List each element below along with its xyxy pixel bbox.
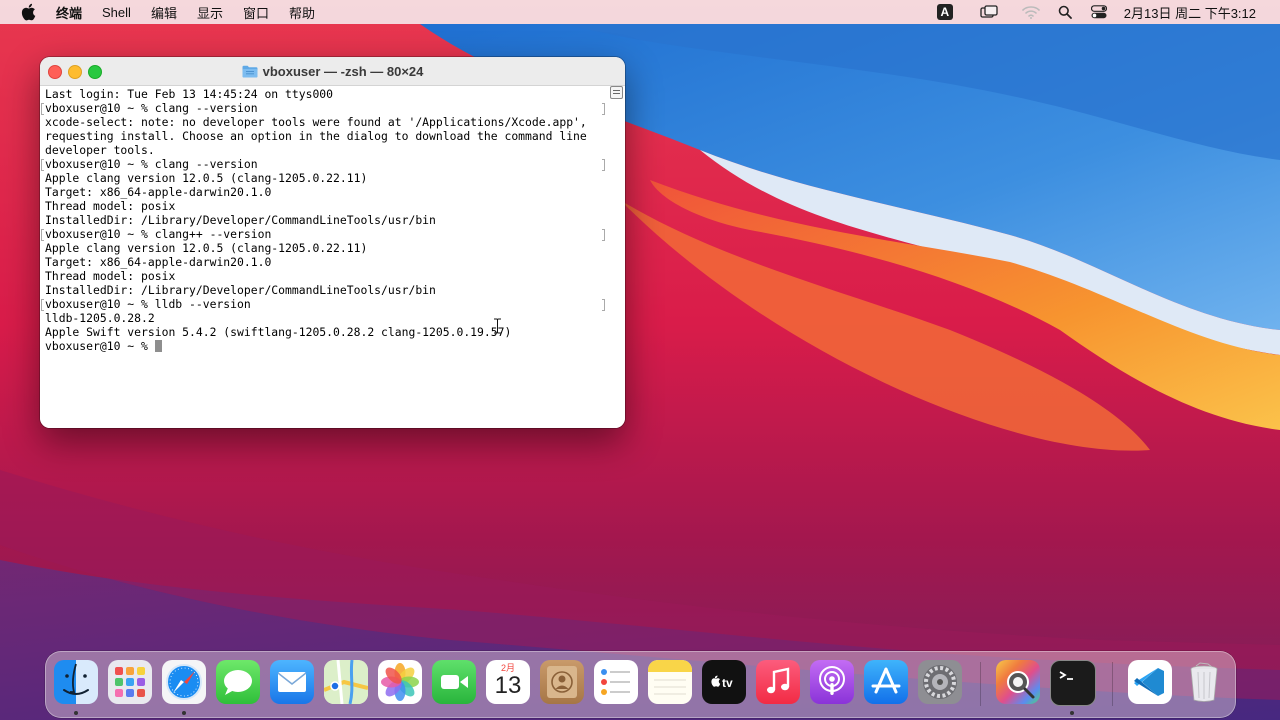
music-icon (767, 667, 790, 694)
output-line: Target: x86_64-apple-darwin20.1.0 (45, 255, 272, 269)
svg-text:tv: tv (722, 676, 733, 690)
safari-icon (166, 664, 202, 700)
output-line: InstalledDir: /Library/Developer/Command… (45, 213, 436, 227)
dock-trash[interactable] (1182, 660, 1226, 704)
command-line: vboxuser@10 ~ % lldb --version (41, 297, 609, 311)
menubar-clock[interactable]: 2月13日 周二 下午3:12 (1124, 3, 1256, 22)
menu-bar: 终端 Shell 编辑 显示 窗口 帮助 A 2月13日 周二 下午3:12 (0, 0, 1280, 24)
messages-icon (224, 670, 252, 695)
apple-tv-icon: tv (711, 675, 733, 690)
folder-icon (242, 65, 258, 77)
dock-messages[interactable] (216, 660, 260, 704)
dock-contacts[interactable] (540, 660, 584, 704)
output-line: developer tools. (45, 143, 155, 157)
menu-window[interactable]: 窗口 (243, 3, 269, 22)
notes-icon (648, 660, 692, 695)
dock-system-preferences[interactable] (918, 660, 962, 704)
menu-view[interactable]: 显示 (197, 3, 223, 22)
output-line: Thread model: posix (45, 199, 176, 213)
finder-icon (63, 663, 89, 695)
reminders-icon (601, 669, 630, 695)
dock-launchpad[interactable] (108, 660, 152, 704)
facetime-icon (441, 675, 468, 689)
maps-icon (324, 660, 368, 704)
command-line: vboxuser@10 ~ % clang --version (41, 101, 609, 115)
command-line: vboxuser@10 ~ % clang++ --version (41, 227, 609, 241)
output-line: Apple clang version 12.0.5 (clang-1205.0… (45, 241, 368, 255)
mail-icon (277, 672, 307, 692)
app-store-icon (871, 667, 901, 694)
dock-reminders[interactable] (594, 660, 638, 704)
trash-icon (1190, 662, 1218, 702)
vscode-icon (1134, 668, 1164, 696)
output-line: Last login: Tue Feb 13 14:45:24 on ttys0… (45, 87, 334, 101)
menu-terminal[interactable]: 终端 (56, 3, 82, 22)
text-cursor (154, 340, 162, 352)
output-line: requesting install. Choose an option in … (45, 129, 587, 143)
dock-apple-tv[interactable]: tv (702, 660, 746, 704)
dock-mail[interactable] (270, 660, 314, 704)
running-indicator (74, 711, 78, 715)
dock-podcasts[interactable] (810, 660, 854, 704)
dock-calendar[interactable]: 2月 13 (486, 660, 530, 704)
terminal-icon (1059, 671, 1073, 680)
output-line: xcode-select: note: no developer tools w… (45, 115, 587, 129)
launchpad-icon (115, 667, 145, 697)
menu-help[interactable]: 帮助 (289, 3, 315, 22)
dock-notes[interactable] (648, 660, 692, 704)
dock-vscode[interactable] (1128, 660, 1172, 704)
dock-music[interactable] (756, 660, 800, 704)
output-line: lldb-1205.0.28.2 (45, 311, 155, 325)
color-picker-icon (1007, 671, 1035, 699)
prompt-text: vboxuser@10 ~ % (45, 339, 155, 353)
output-line: InstalledDir: /Library/Developer/Command… (45, 283, 436, 297)
dock-terminal[interactable] (1050, 660, 1096, 706)
control-center-icon[interactable] (1090, 3, 1108, 21)
dock-separator (1112, 662, 1113, 706)
podcasts-icon (819, 666, 845, 695)
menu-edit[interactable]: 编辑 (151, 3, 177, 22)
text-cursor-icon (494, 318, 501, 334)
dock-separator (980, 662, 981, 706)
output-line: Target: x86_64-apple-darwin20.1.0 (45, 185, 272, 199)
wifi-icon[interactable] (1021, 3, 1040, 21)
menu-shell[interactable]: Shell (102, 5, 131, 20)
dock-color-picker[interactable] (996, 660, 1040, 704)
output-line: Apple Swift version 5.4.2 (swiftlang-120… (45, 325, 512, 339)
dock-app-store[interactable] (864, 660, 908, 704)
terminal-window[interactable]: vboxuser — -zsh — 80×24 Last login: Tue … (40, 57, 625, 428)
gear-icon (923, 665, 957, 699)
dock: 2月 13 tv (45, 651, 1236, 718)
running-indicator (1070, 711, 1074, 715)
photos-icon (381, 663, 419, 701)
dock-finder[interactable] (54, 660, 98, 704)
dock-photos[interactable] (378, 660, 422, 704)
apple-menu-icon[interactable] (20, 3, 38, 21)
dock-facetime[interactable] (432, 660, 476, 704)
window-title: vboxuser — -zsh — 80×24 (262, 63, 424, 79)
output-line: Thread model: posix (45, 269, 176, 283)
calendar-day: 13 (494, 672, 522, 699)
terminal-lines: Last login: Tue Feb 13 14:45:24 on ttys0… (41, 87, 609, 353)
contacts-icon (547, 666, 577, 698)
scrollback-icon[interactable] (610, 86, 623, 99)
output-line: Apple clang version 12.0.5 (clang-1205.0… (45, 171, 368, 185)
dock-maps[interactable] (324, 660, 368, 704)
running-indicator (182, 711, 186, 715)
window-titlebar[interactable]: vboxuser — -zsh — 80×24 (40, 57, 625, 86)
input-method-icon[interactable]: A (936, 3, 954, 21)
spotlight-search-icon[interactable] (1056, 3, 1074, 21)
screen-mirroring-icon[interactable] (980, 3, 998, 21)
dock-safari[interactable] (162, 660, 206, 704)
current-prompt-line[interactable]: vboxuser@10 ~ % (45, 339, 609, 353)
terminal-output[interactable]: Last login: Tue Feb 13 14:45:24 on ttys0… (40, 86, 625, 428)
command-line: vboxuser@10 ~ % clang --version (41, 157, 609, 171)
